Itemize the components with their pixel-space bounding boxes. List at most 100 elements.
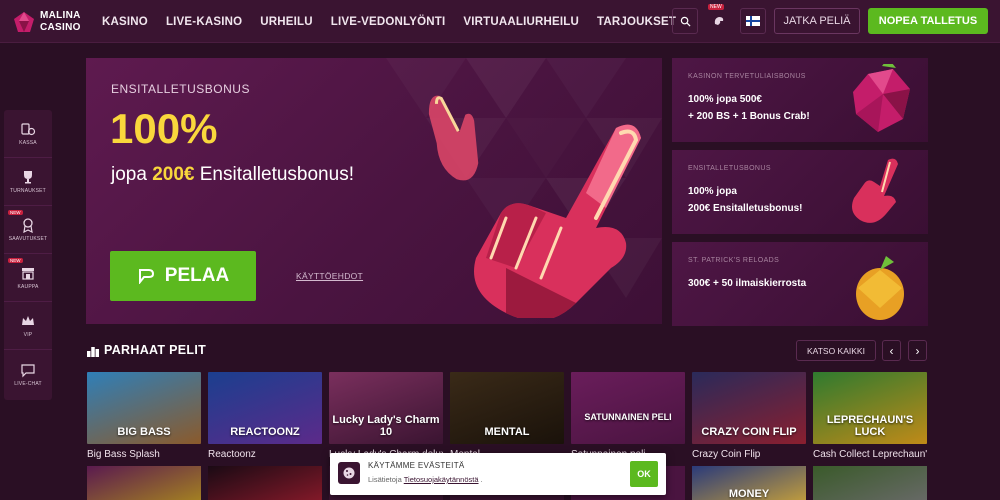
game-name[interactable]: Cash Collect Leprechaun's Luck bbox=[813, 449, 927, 460]
promo-line: 200€ Ensitalletusbonus! bbox=[688, 203, 803, 214]
game-art-title: REACTOONZ bbox=[230, 426, 300, 438]
terms-link[interactable]: KÄYTTÖEHDOT bbox=[296, 271, 363, 281]
nav-live-kasino[interactable]: LIVE-KASINO bbox=[166, 16, 242, 28]
game-name[interactable]: Reactoonz bbox=[208, 449, 322, 460]
medal-icon bbox=[23, 218, 33, 233]
game-tile[interactable]: REACTOONZ bbox=[208, 372, 322, 444]
sidebar-item-kassa[interactable]: KASSA bbox=[4, 110, 52, 158]
chat-icon bbox=[21, 363, 35, 377]
sidebar-item-kauppa[interactable]: NEW KAUPPA bbox=[4, 254, 52, 302]
continue-playing-button[interactable]: JATKA PELIÄ bbox=[774, 8, 860, 34]
search-icon bbox=[680, 16, 691, 27]
sidebar-item-label: TURNAUKSET bbox=[10, 188, 46, 194]
main-nav: KASINO LIVE-KASINO URHEILU LIVE-VEDONLYÖ… bbox=[102, 0, 676, 43]
game-tile[interactable]: MENTAL bbox=[450, 372, 564, 444]
game-art-title: BIG BASS bbox=[117, 426, 171, 438]
see-all-button[interactable]: KATSO KAIKKI bbox=[796, 340, 876, 361]
chevron-left-icon: ‹ bbox=[889, 343, 894, 358]
nav-virtuaaliurheilu[interactable]: VIRTUAALIURHEILU bbox=[463, 16, 579, 28]
promo-text: 100% jopa 200€ Ensitalletusbonus! bbox=[688, 183, 802, 217]
section-title: PARHAAT PELIT bbox=[104, 343, 207, 357]
sidebar-item-turnaukset[interactable]: TURNAUKSET bbox=[4, 158, 52, 206]
prev-arrow-button[interactable]: ‹ bbox=[882, 340, 901, 361]
crab-icon bbox=[714, 17, 724, 25]
play-button[interactable]: PELAA bbox=[110, 251, 256, 301]
chevron-right-icon: › bbox=[915, 343, 920, 358]
game-tile[interactable]: LEPRECHAUN'S LUCK bbox=[813, 372, 927, 444]
new-badge: NEW bbox=[708, 4, 724, 10]
top-bar: MALINA CASINO KASINO LIVE-KASINO URHEILU… bbox=[0, 0, 1000, 43]
mango-fruit-icon bbox=[856, 256, 904, 320]
hero-banner[interactable]: ENSITALLETUSBONUS 100% jopa 200€ Ensital… bbox=[86, 58, 662, 324]
cookie-title: KÄYTÄMME EVÄSTEITÄ bbox=[368, 461, 465, 470]
cookie-icon bbox=[338, 462, 360, 484]
sidebar-item-label: LIVE-CHAT bbox=[14, 380, 42, 387]
sidebar-item-saavutukset[interactable]: NEW SAAVUTUKSET bbox=[4, 206, 52, 254]
game-art-title: CRAZY COIN FLIP bbox=[701, 426, 797, 438]
play-logo-icon bbox=[138, 269, 154, 284]
game-tile[interactable] bbox=[208, 466, 322, 500]
hero-line-post: Ensitalletusbonus! bbox=[194, 164, 354, 185]
sidebar-item-live-chat[interactable]: LIVE-CHAT bbox=[4, 350, 52, 398]
promo-line: 100% jopa bbox=[688, 186, 737, 197]
hero-percentage: 100% bbox=[110, 105, 218, 152]
promo-line: + 200 BS + 1 Bonus Crab! bbox=[688, 111, 810, 122]
nav-urheilu[interactable]: URHEILU bbox=[260, 16, 313, 28]
sidebar-item-label: KAUPPA bbox=[17, 284, 39, 290]
nav-tarjoukset[interactable]: TARJOUKSET bbox=[597, 16, 676, 28]
game-name[interactable]: Big Bass Splash bbox=[87, 449, 201, 460]
game-tile[interactable]: Lucky Lady's Charm 10 bbox=[329, 372, 443, 444]
sidebar-item-label: VIP bbox=[23, 332, 33, 338]
game-name[interactable]: Crazy Coin Flip bbox=[692, 449, 806, 460]
game-tile[interactable]: CRAZY COIN FLIP bbox=[692, 372, 806, 444]
logo[interactable]: MALINA CASINO bbox=[12, 9, 92, 35]
logo-line-2: CASINO bbox=[40, 22, 81, 33]
promo-text: 300€ + 50 ilmaiskierrosta bbox=[688, 275, 806, 292]
game-tile[interactable] bbox=[813, 466, 927, 500]
cookie-banner: KÄYTÄMME EVÄSTEITÄ Lisätietoja Tietosuoj… bbox=[330, 453, 666, 495]
quick-deposit-button[interactable]: NOPEA TALLETUS bbox=[868, 8, 988, 34]
promo-tag: KASINON TERVETULIAISBONUS bbox=[688, 73, 806, 80]
sidebar-item-vip[interactable]: VIP bbox=[4, 302, 52, 350]
hero-subtitle: ENSITALLETUSBONUS bbox=[111, 82, 250, 96]
game-tile[interactable]: MONEY bbox=[692, 466, 806, 500]
game-tile[interactable]: SATUNNAINEN PELI bbox=[571, 372, 685, 444]
game-tile[interactable] bbox=[87, 466, 201, 500]
promo-text: 100% jopa 500€ + 200 BS + 1 Bonus Crab! bbox=[688, 91, 810, 125]
foam-finger-icon bbox=[852, 158, 898, 223]
promo-card-welcome[interactable]: KASINON TERVETULIAISBONUS 100% jopa 500€… bbox=[672, 58, 928, 142]
game-art-title: SATUNNAINEN PELI bbox=[584, 412, 672, 422]
promo-line: 100% jopa 500€ bbox=[688, 94, 762, 105]
promo-line: 300€ + 50 ilmaiskierrosta bbox=[688, 278, 807, 289]
shop-icon bbox=[22, 268, 34, 280]
finland-flag-icon bbox=[746, 16, 760, 26]
logo-line-1: MALINA bbox=[40, 10, 81, 21]
hero-line-pre: jopa bbox=[111, 164, 153, 185]
privacy-policy-link[interactable]: Tietosuojakäytännöstä bbox=[404, 475, 479, 484]
crab-bonus-button[interactable]: NEW bbox=[706, 4, 732, 34]
new-badge: NEW bbox=[8, 258, 23, 263]
cookie-info-post: . bbox=[478, 475, 483, 484]
left-sidebar: KASSA TURNAUKSET NEW SAAVUTUKSET NEW KAU… bbox=[4, 110, 52, 400]
cookie-ok-button[interactable]: OK bbox=[630, 461, 658, 487]
hero-offer-line: jopa 200€ Ensitalletusbonus! bbox=[111, 164, 354, 186]
promo-tag: ENSITALLETUSBONUS bbox=[688, 165, 771, 172]
next-arrow-button[interactable]: › bbox=[908, 340, 927, 361]
search-button[interactable] bbox=[672, 8, 698, 34]
language-button[interactable] bbox=[740, 8, 766, 34]
game-art-title: LEPRECHAUN'S LUCK bbox=[826, 414, 914, 438]
new-badge: NEW bbox=[8, 210, 23, 215]
play-button-label: PELAA bbox=[164, 265, 230, 286]
game-art-title: Lucky Lady's Charm 10 bbox=[332, 414, 440, 438]
promo-card-st-patricks[interactable]: ST. PATRICK'S RELOADS 300€ + 50 ilmaiski… bbox=[672, 242, 928, 326]
promo-card-first-deposit[interactable]: ENSITALLETUSBONUS 100% jopa 200€ Ensital… bbox=[672, 150, 928, 234]
promo-tag: ST. PATRICK'S RELOADS bbox=[688, 257, 780, 264]
raspberry-icon bbox=[853, 64, 910, 132]
game-tile[interactable]: BIG BASS bbox=[87, 372, 201, 444]
crown-icon bbox=[22, 316, 34, 325]
nav-kasino[interactable]: KASINO bbox=[102, 16, 148, 28]
header-actions: NEW JATKA PELIÄ NOPEA TALLETUS bbox=[672, 4, 988, 34]
nav-live-vedonlyonti[interactable]: LIVE-VEDONLYÖNTI bbox=[331, 16, 446, 28]
podium-icon bbox=[87, 347, 99, 357]
coins-icon bbox=[21, 123, 36, 136]
